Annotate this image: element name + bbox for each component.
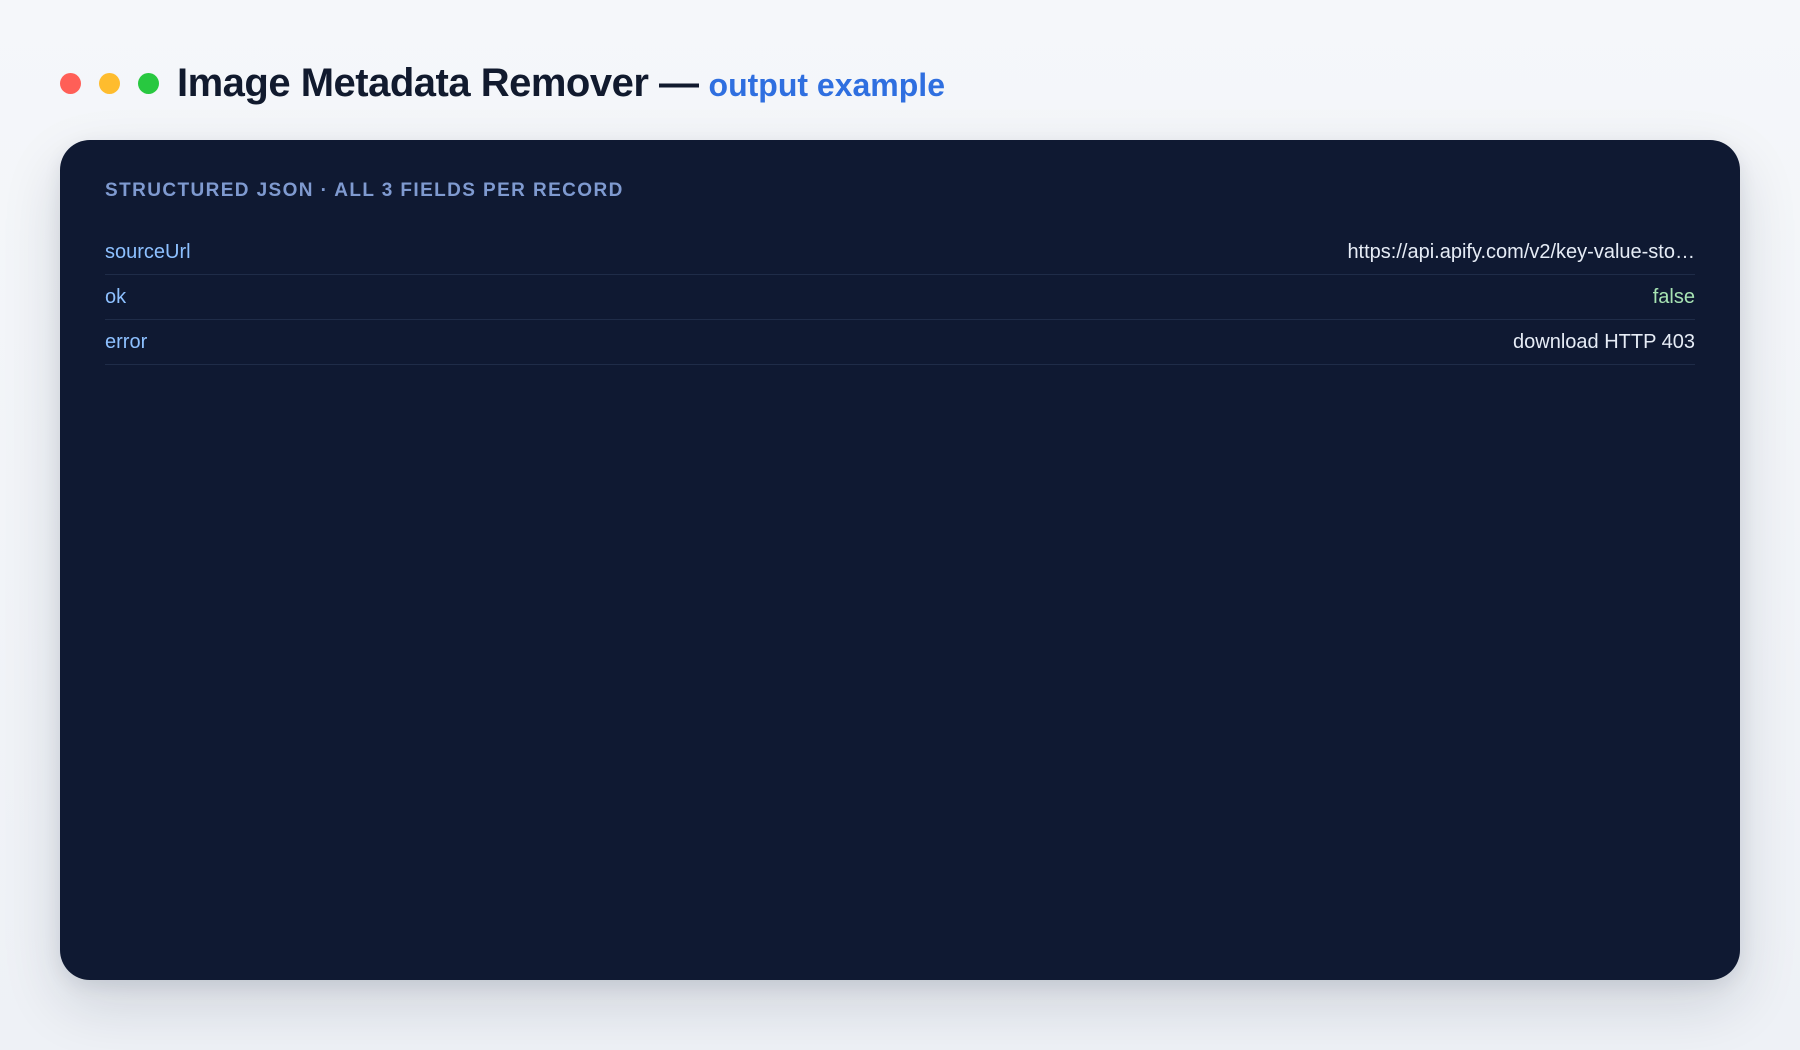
page-title: Image Metadata Remover — [177,60,699,105]
field-value: https://api.apify.com/v2/key-value-sto… [1347,240,1695,263]
page-subtitle: output example [708,66,945,103]
field-key: error [105,330,148,353]
window-header: Image Metadata Remover — output example [60,58,945,108]
close-dot-icon[interactable] [60,72,81,94]
field-row-sourceurl: sourceUrl https://api.apify.com/v2/key-v… [105,230,1695,275]
maximize-dot-icon[interactable] [138,72,159,94]
field-value: false [1652,285,1695,308]
json-output-panel: STRUCTURED JSON · ALL 3 FIELDS PER RECOR… [60,140,1740,980]
field-list: sourceUrl https://api.apify.com/v2/key-v… [105,230,1695,365]
field-key: sourceUrl [105,240,191,263]
field-key: ok [105,285,127,308]
field-value: download HTTP 403 [1513,330,1695,353]
field-row-ok: ok false [105,275,1695,320]
field-row-error: error download HTTP 403 [105,320,1695,365]
panel-caption: STRUCTURED JSON · ALL 3 FIELDS PER RECOR… [105,180,624,201]
minimize-dot-icon[interactable] [99,72,120,94]
